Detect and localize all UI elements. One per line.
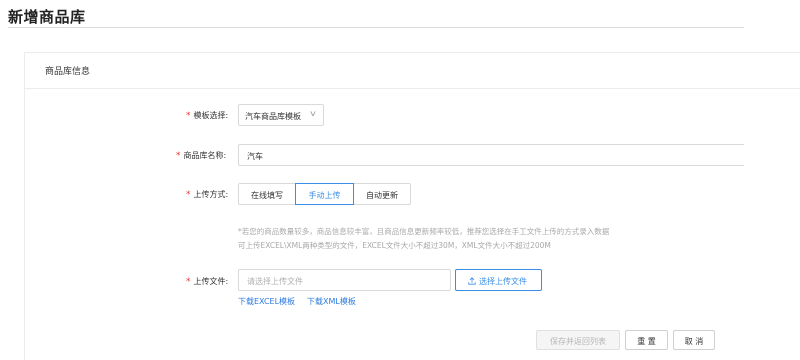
required-mark: *: [186, 190, 191, 200]
choose-file-label: 选择上传文件: [479, 277, 527, 286]
upload-icon: [468, 277, 476, 285]
template-select-value: 汽车商品库模板: [245, 112, 301, 121]
required-mark: *: [186, 277, 191, 287]
upload-mode-manual[interactable]: 手动上传: [295, 183, 354, 205]
upload-hint-line2: 可上传EXCEL\XML两种类型的文件，EXCEL文件大小不超过30M，XML文…: [238, 241, 551, 250]
cancel-button[interactable]: 取 消: [673, 330, 715, 350]
name-label: * 商品库名称:: [176, 151, 227, 161]
download-excel-template-link[interactable]: 下载EXCEL模板: [238, 296, 295, 307]
file-label: * 上传文件:: [186, 277, 229, 287]
file-path-placeholder: 请选择上传文件: [247, 277, 303, 286]
template-label: * 模板选择:: [186, 111, 229, 121]
upload-hint-line1: *若您的商品数量较多，商品信息较丰富，且商品信息更新频率较低，推荐您选择在手工文…: [238, 227, 610, 236]
template-select[interactable]: 汽车商品库模板 ∨: [238, 104, 324, 126]
chevron-down-icon: ∨: [308, 109, 318, 118]
reset-button[interactable]: 重 置: [625, 330, 668, 350]
download-xml-template-link[interactable]: 下载XML模板: [307, 296, 356, 307]
panel-title: 商品库信息: [45, 67, 91, 77]
choose-file-button[interactable]: 选择上传文件: [455, 269, 542, 291]
required-mark: *: [186, 111, 191, 121]
name-input-value: 汽车: [247, 152, 263, 161]
required-mark: *: [176, 151, 181, 161]
title-divider: [8, 27, 744, 28]
save-and-return-button[interactable]: 保存并返回列表: [536, 330, 620, 350]
upload-mode-auto[interactable]: 自动更新: [353, 183, 411, 205]
panel-header: 商品库信息: [25, 53, 800, 89]
form-panel: 商品库信息: [24, 52, 800, 360]
name-input[interactable]: 汽车: [238, 144, 744, 166]
upload-mode-online[interactable]: 在线填写: [238, 183, 296, 205]
file-path-input[interactable]: 请选择上传文件: [238, 269, 451, 291]
upload-mode-label: * 上传方式:: [186, 190, 229, 200]
page-title: 新增商品库: [8, 8, 86, 26]
